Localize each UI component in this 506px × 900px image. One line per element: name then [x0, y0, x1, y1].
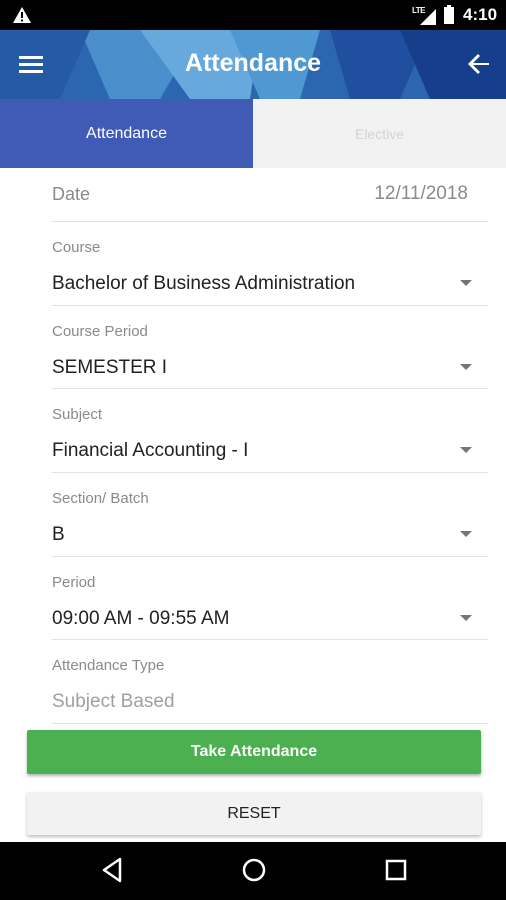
back-arrow-icon[interactable] — [463, 48, 495, 80]
nav-recents-icon[interactable] — [384, 856, 408, 884]
section-batch-value[interactable]: B — [52, 524, 65, 546]
tab-elective[interactable]: Elective — [253, 99, 506, 168]
status-time: 4:10 — [463, 5, 498, 24]
date-row: Date 12/11/2018 — [52, 168, 488, 222]
system-nav-bar — [0, 842, 506, 900]
dropdown-caret-icon[interactable] — [460, 447, 472, 453]
attendance-type-field: Attendance Type Subject Based — [52, 639, 488, 724]
take-attendance-button[interactable]: Take Attendance — [27, 730, 481, 774]
subject-label: Subject — [52, 406, 103, 423]
period-field[interactable]: Period 09:00 AM - 09:55 AM — [52, 556, 488, 640]
reset-button[interactable]: RESET — [27, 792, 481, 835]
signal-icon — [420, 9, 436, 25]
course-period-field[interactable]: Course Period SEMESTER I — [52, 305, 488, 389]
section-batch-field[interactable]: Section/ Batch B — [52, 472, 488, 557]
course-label: Course — [52, 239, 101, 256]
tab-attendance[interactable]: Attendance — [0, 99, 253, 168]
app-bar: Attendance — [0, 30, 506, 99]
warning-icon — [13, 7, 31, 23]
attendance-type-value: Subject Based — [52, 691, 175, 712]
date-label: Date — [52, 184, 91, 204]
status-bar: LTE 4:10 — [0, 0, 506, 30]
dropdown-caret-icon[interactable] — [460, 615, 472, 621]
dropdown-caret-icon[interactable] — [460, 364, 472, 370]
period-value[interactable]: 09:00 AM - 09:55 AM — [52, 608, 229, 630]
subject-field[interactable]: Subject Financial Accounting - I — [52, 388, 488, 473]
nav-back-icon[interactable] — [100, 856, 124, 884]
course-period-value[interactable]: SEMESTER I — [52, 357, 167, 379]
section-batch-label: Section/ Batch — [52, 490, 149, 507]
course-period-label: Course Period — [52, 323, 148, 340]
period-label: Period — [52, 574, 96, 591]
subject-value[interactable]: Financial Accounting - I — [52, 440, 248, 462]
nav-home-icon[interactable] — [240, 856, 268, 884]
tab-bar: Attendance Elective — [0, 99, 506, 168]
course-field[interactable]: Course Bachelor of Business Administrati… — [52, 221, 488, 306]
attendance-type-label: Attendance Type — [52, 657, 165, 674]
date-value[interactable]: 12/11/2018 — [374, 183, 468, 205]
course-value[interactable]: Bachelor of Business Administration — [52, 273, 355, 295]
page-title: Attendance — [184, 49, 322, 77]
dropdown-caret-icon[interactable] — [460, 280, 472, 286]
battery-icon — [444, 5, 454, 24]
dropdown-caret-icon[interactable] — [460, 531, 472, 537]
